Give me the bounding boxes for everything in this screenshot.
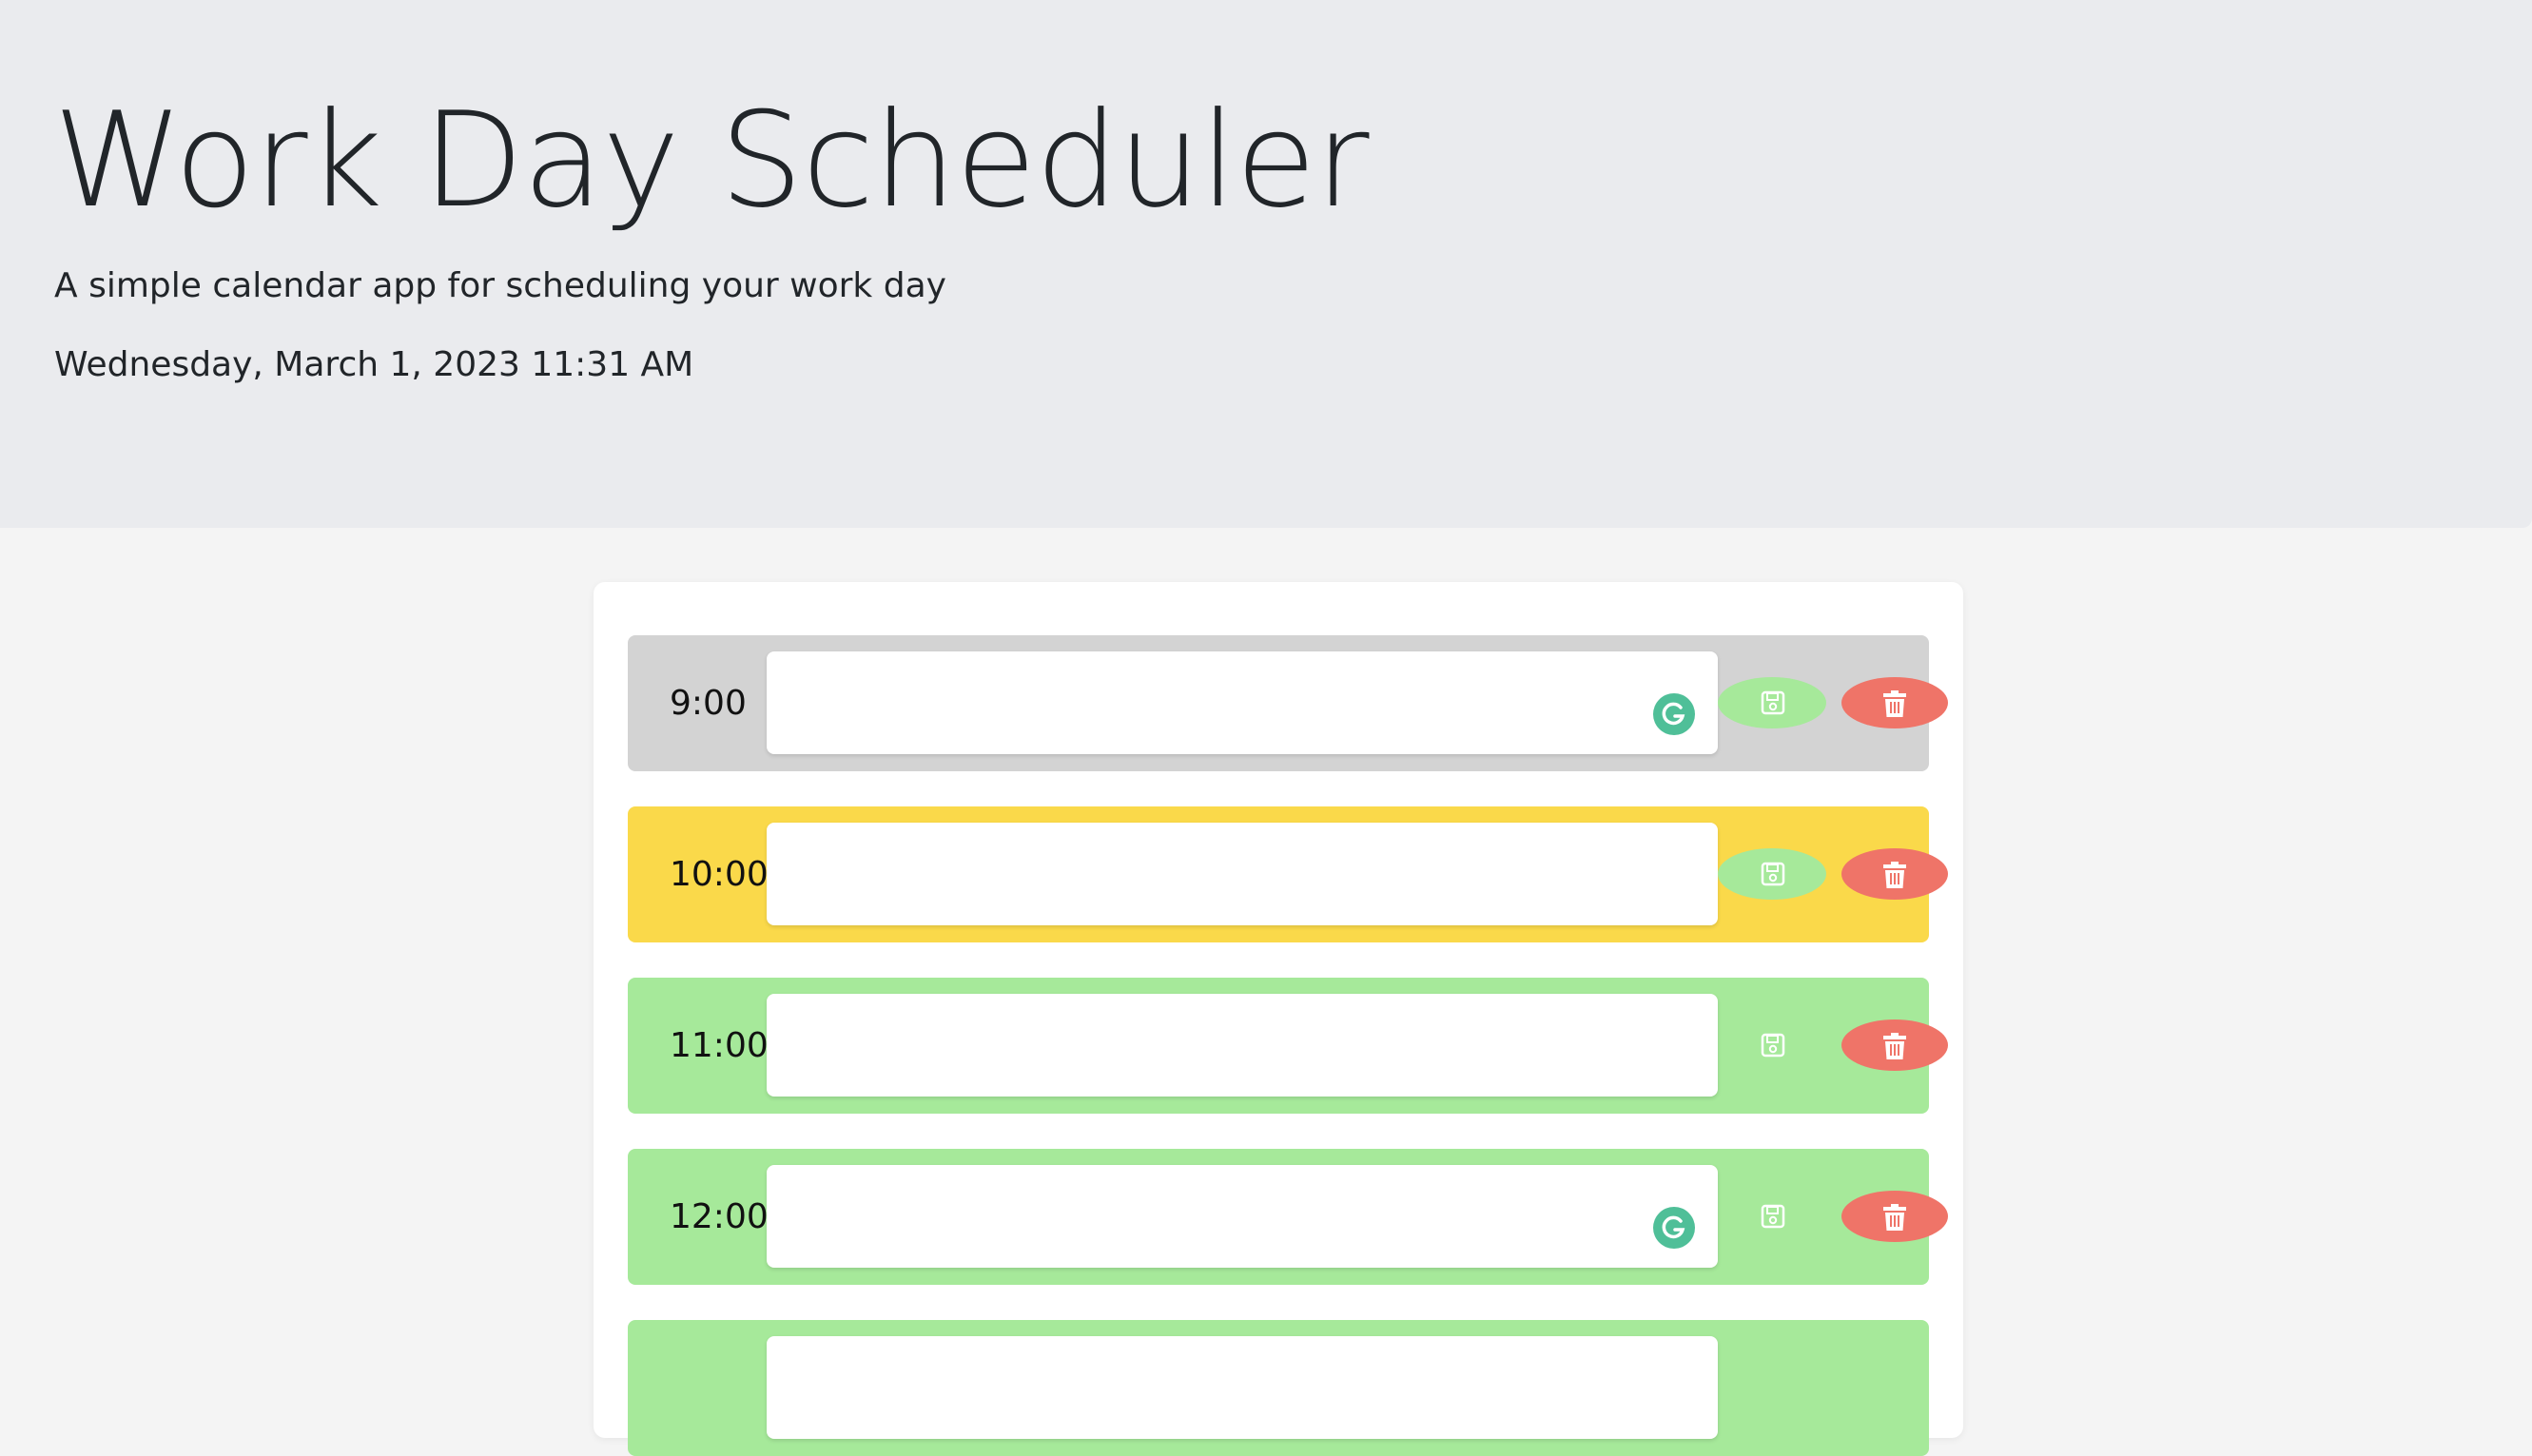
hour-label: 12:00 — [670, 1197, 769, 1236]
hour-label: 9:00 — [670, 684, 747, 723]
timeblock-row-10: 10:00 — [628, 806, 1948, 942]
delete-button[interactable] — [1841, 848, 1948, 900]
delete-button[interactable] — [1841, 677, 1948, 728]
floppy-disk-icon — [1761, 690, 1785, 715]
current-datetime: Wednesday, March 1, 2023 11:31 AM — [54, 345, 694, 384]
event-description-input[interactable] — [767, 1336, 1718, 1439]
grammarly-icon[interactable] — [1653, 1207, 1695, 1249]
floppy-disk-icon — [1761, 862, 1785, 886]
floppy-disk-icon — [1761, 1033, 1785, 1058]
timeblock-row-13 — [628, 1320, 1929, 1456]
page-subtitle: A simple calendar app for scheduling you… — [54, 266, 946, 305]
floppy-disk-icon — [1761, 1204, 1785, 1229]
page-title: Work Day Scheduler — [53, 84, 1370, 237]
delete-button[interactable] — [1841, 1191, 1948, 1242]
timeblock-row-9: 9:00 — [628, 635, 1948, 771]
save-button[interactable] — [1718, 848, 1826, 900]
scheduler-container: 9:00 10:00 11:00 12:00 — [594, 582, 1963, 1456]
grammarly-icon[interactable] — [1653, 693, 1695, 735]
event-description-input[interactable] — [767, 1165, 1718, 1268]
trash-icon — [1883, 1204, 1906, 1231]
page-header: Work Day Scheduler A simple calendar app… — [0, 0, 2532, 528]
timeblock-row-11: 11:00 — [628, 978, 1948, 1114]
save-button[interactable] — [1718, 677, 1826, 728]
hour-label — [628, 1320, 765, 1456]
trash-icon — [1883, 862, 1906, 888]
delete-button[interactable] — [1841, 1019, 1948, 1071]
event-description-input[interactable] — [767, 994, 1718, 1097]
hour-label: 10:00 — [670, 855, 769, 894]
save-button[interactable] — [1718, 1191, 1826, 1242]
save-button[interactable] — [1718, 1019, 1826, 1071]
timeblock-row-12: 12:00 — [628, 1149, 1948, 1285]
trash-icon — [1883, 690, 1906, 717]
trash-icon — [1883, 1033, 1906, 1059]
event-description-input[interactable] — [767, 823, 1718, 925]
event-description-input[interactable] — [767, 651, 1718, 754]
hour-label: 11:00 — [670, 1026, 769, 1065]
